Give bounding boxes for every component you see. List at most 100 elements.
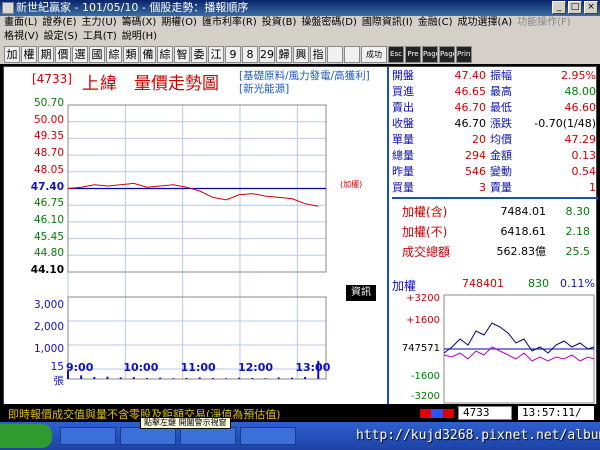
quote-value: 46.70 [454, 100, 487, 114]
quote-row: 總量 294 金額 0.13 [392, 147, 598, 163]
quote-value: 2.95% [561, 68, 596, 82]
menu-item-options[interactable]: 期權(O) [161, 16, 202, 30]
price-tick-label: 44.10 [30, 264, 64, 276]
volume-bar [132, 377, 135, 379]
quote-row: 賣出 46.70 最低 46.60 [392, 99, 598, 115]
grid-icon[interactable] [344, 45, 360, 63]
menu-item-trading-code[interactable]: 操盤密碼(D) [301, 16, 362, 30]
minimize-button[interactable]: _ [552, 1, 566, 14]
volume-bar [159, 377, 162, 379]
toolbar-button[interactable]: 選 [72, 45, 88, 63]
toolbar-button[interactable]: 綜 [106, 45, 122, 63]
menu-item-tools[interactable]: 工具(T) [83, 30, 122, 44]
toolbar-button[interactable]: 9 [225, 45, 241, 63]
window-titlebar: 新世紀贏家 - 101/05/10 - 個股走勢：播報順序 _ □ × [0, 0, 600, 16]
quote-label: 收盤 [392, 117, 414, 130]
taskbar-item[interactable] [60, 427, 116, 445]
index-change: 25.5 [565, 244, 591, 258]
menu-item-securities[interactable]: 證券(E) [42, 16, 81, 30]
toolbar-button[interactable]: 指 [310, 45, 326, 63]
menu-item-main-force[interactable]: 主力(U) [82, 16, 122, 30]
taskbar-item[interactable] [240, 427, 296, 445]
quote-label: 開盤 [392, 69, 414, 82]
industry-tags[interactable]: [基礎原料/風力發電/高獲利] [239, 70, 370, 83]
maximize-button[interactable]: □ [568, 1, 582, 14]
toolbar-button[interactable]: 國 [89, 45, 105, 63]
toolbar-button[interactable]: 加 [4, 45, 20, 63]
quote-value: 47.29 [564, 132, 597, 146]
esc-button[interactable]: Esc [388, 45, 404, 63]
volume-bar [185, 377, 188, 379]
start-button[interactable] [0, 424, 52, 448]
quote-label: 賣量 [490, 181, 512, 194]
menu-item-functions[interactable]: 功能操作(F) [517, 16, 576, 30]
quote-rows: 開盤 47.40 振幅 2.95% 買進 46.65 最高 48.00 賣出 46.70 最低 46.… [392, 67, 598, 195]
clock: 13:57:11/ [518, 406, 594, 420]
menu-item-chips[interactable]: 籌碼(X) [122, 16, 162, 30]
volume-bar [106, 376, 109, 379]
index-change: 2.18 [565, 224, 591, 238]
volume-bar [290, 377, 293, 379]
index-label: 加權(不) [402, 224, 448, 239]
toolbar-button[interactable]: 期 [38, 45, 54, 63]
index-row[interactable]: 加權(不) 6418.61 2.18 [392, 221, 598, 241]
menu-item-invest[interactable]: 投資(B) [262, 16, 302, 30]
watermark-url: http://kujd3268.pixnet.net/album [356, 428, 600, 443]
menu-item-selection[interactable]: 成功選擇(A) [457, 16, 517, 30]
page-down-button[interactable]: Page [439, 45, 455, 63]
menubar: 畫面(L) 證券(E) 主力(U) 籌碼(X) 期權(O) 匯市利率(R) 投資… [0, 16, 600, 44]
time-tick-label: 10:00 [123, 361, 159, 374]
quote-value: 46.60 [564, 100, 597, 114]
menu-item-settings[interactable]: 設定(S) [44, 30, 83, 44]
price-tick-label: 49.35 [33, 130, 64, 143]
toolbar-button[interactable]: 權 [21, 45, 37, 63]
stock-code-input[interactable]: 4733 [458, 406, 512, 420]
toolbar-button[interactable]: 興 [293, 45, 309, 63]
quote-row: 單量 20 均價 47.29 [392, 131, 598, 147]
index-value: 562.83億 [496, 245, 547, 258]
time-tick-label: 12:00 [238, 361, 274, 374]
stock-code: [4733] [32, 72, 72, 86]
menu-item-intl-info[interactable]: 國際資訊(I) [362, 16, 418, 30]
price-tick-label: 48.70 [33, 147, 64, 160]
close-button[interactable]: × [584, 1, 598, 14]
toolbar-button[interactable]: 類 [123, 45, 139, 63]
volume-bar [251, 377, 254, 379]
quote-value: 3 [479, 180, 486, 194]
chart-icon[interactable] [327, 45, 343, 63]
toolbar-button[interactable]: 備 [140, 45, 156, 63]
quote-row: 買量 3 賣量 1 [392, 179, 598, 195]
toolbar-button[interactable]: 29 [259, 45, 275, 63]
time-tick-label: 11:00 [180, 361, 216, 374]
toolbar-button[interactable]: 江 [208, 45, 224, 63]
toolbar-button[interactable]: 綜 [157, 45, 173, 63]
mini-y-label: +3200 [406, 293, 440, 304]
quote-label: 金額 [490, 149, 512, 162]
menu-item-view[interactable]: 格視(V) [4, 30, 44, 44]
detail-button[interactable]: 資訊 [346, 285, 376, 301]
taskbar-item[interactable] [180, 427, 236, 445]
index-mini-chart[interactable]: 加權 748401 830 0.11% +3200 +1600 747571 -… [388, 273, 598, 406]
menu-item-screen[interactable]: 畫面(L) [4, 16, 42, 30]
toolbar-button[interactable]: 智 [174, 45, 190, 63]
quote-label: 均價 [490, 133, 512, 146]
print-button[interactable]: Print [456, 45, 472, 63]
prev-button[interactable]: Pre [405, 45, 421, 63]
menu-item-forex[interactable]: 匯市利率(R) [202, 16, 262, 30]
index-row[interactable]: 加權(含) 7484.01 8.30 [392, 201, 598, 221]
index-row[interactable]: 成交總額 562.83億 25.5 [392, 241, 598, 261]
toolbar-button[interactable]: 成功 [361, 45, 387, 63]
taskbar-item[interactable] [120, 427, 176, 445]
menu-item-finance[interactable]: 金融(C) [418, 16, 458, 30]
toolbar-button[interactable]: 價 [55, 45, 71, 63]
concept-tags[interactable]: [新光能源] [239, 83, 370, 96]
price-tick-label: 50.00 [33, 113, 64, 126]
toolbar-button[interactable]: 8 [242, 45, 258, 63]
page-up-button[interactable]: Page [422, 45, 438, 63]
toolbar-button[interactable]: 歸 [276, 45, 292, 63]
alert-color-bar[interactable] [420, 409, 454, 418]
menu-item-help[interactable]: 說明(H) [122, 30, 162, 44]
toolbar-button[interactable]: 委 [191, 45, 207, 63]
quote-value: 0.13 [571, 148, 597, 162]
chart-title: 量價走勢圖 [134, 74, 219, 94]
